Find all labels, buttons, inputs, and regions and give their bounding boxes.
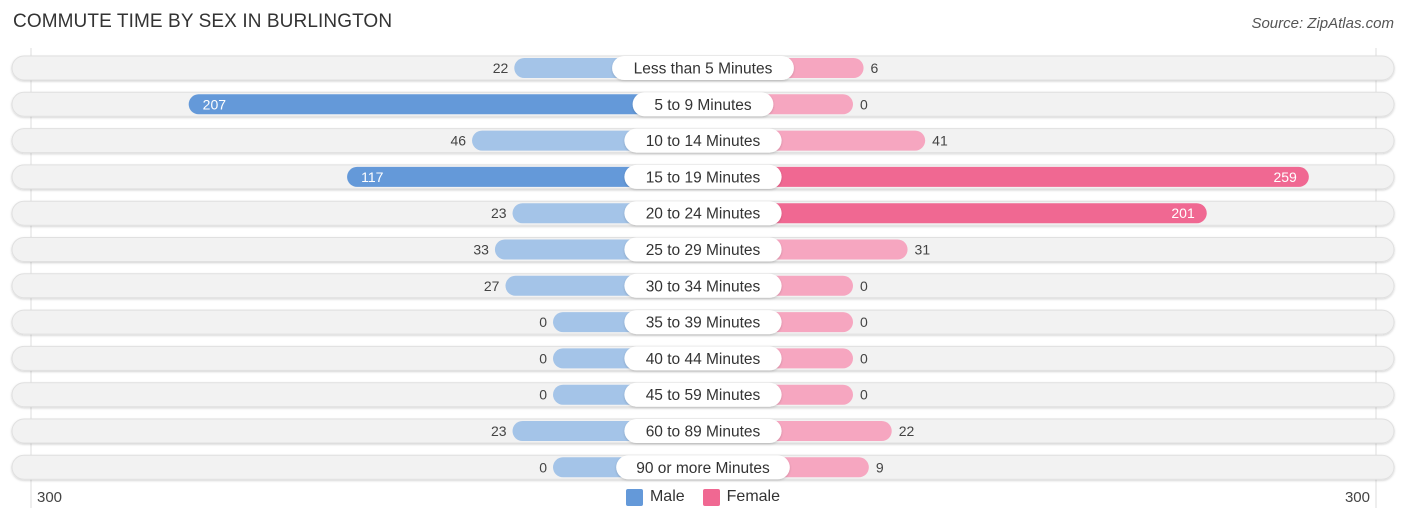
category-label: 35 to 39 Minutes [646,315,761,332]
chart-row: 27 0 30 to 34 Minutes [11,273,1395,299]
category-label: Less than 5 Minutes [634,61,773,78]
chart-row: 117 259 15 to 19 Minutes [11,164,1395,190]
chart-row: 23 201 20 to 24 Minutes [11,200,1395,226]
value-label-male: 0 [539,459,547,475]
value-label-female: 0 [860,387,868,403]
value-label-male: 27 [484,278,500,294]
category-label: 45 to 59 Minutes [646,387,761,404]
value-label-female: 22 [899,423,915,439]
category-label: 60 to 89 Minutes [646,424,761,441]
value-label-male: 117 [361,169,384,185]
value-label-male: 23 [491,205,507,221]
category-label: 40 to 44 Minutes [646,351,761,368]
value-label-female: 0 [860,314,868,330]
value-label-male: 33 [473,242,489,258]
legend-item-female[interactable]: Female [702,488,781,506]
chart-row: 0 0 35 to 39 Minutes [11,309,1395,335]
value-label-female: 41 [932,133,948,149]
value-label-female: 259 [1273,169,1297,185]
legend-swatch-female [702,488,720,506]
legend-label-female: Female [726,488,781,505]
chart-row: 207 0 5 to 9 Minutes [11,91,1395,117]
value-label-female: 0 [860,278,868,294]
chart-row: 22 6 Less than 5 Minutes [11,55,1395,81]
legend: Male Female [0,488,1406,506]
chart-row: 0 9 90 or more Minutes [11,454,1395,480]
value-label-female: 201 [1171,205,1195,221]
category-label: 10 to 14 Minutes [646,133,761,150]
value-label-male: 0 [539,387,547,403]
category-label: 20 to 24 Minutes [646,206,761,223]
value-label-male: 22 [493,60,509,76]
legend-item-male[interactable]: Male [625,488,685,506]
value-label-female: 9 [876,459,884,475]
value-label-female: 0 [860,96,868,112]
chart-plot: 22 6 Less than 5 Minutes 207 0 5 to 9 Minutes… [11,48,1395,508]
value-label-female: 6 [871,60,879,76]
chart-row: 46 41 10 to 14 Minutes [11,128,1395,154]
legend-swatch-male [625,488,643,506]
category-label: 30 to 34 Minutes [646,278,761,295]
value-label-female: 0 [860,350,868,366]
value-label-male: 0 [539,350,547,366]
chart-row: 33 31 25 to 29 Minutes [11,237,1395,262]
chart-row: 0 0 45 to 59 Minutes [11,382,1395,408]
category-label: 5 to 9 Minutes [654,97,752,114]
chart-row: 23 22 60 to 89 Minutes [11,418,1395,444]
value-label-female: 31 [915,242,931,258]
bar-male [188,94,703,115]
value-label-male: 207 [203,96,227,112]
value-label-male: 46 [450,133,466,149]
chart-row: 0 0 40 to 44 Minutes [11,345,1395,371]
value-label-male: 0 [539,314,547,330]
bar-female [703,166,1309,187]
category-label: 90 or more Minutes [636,460,770,477]
category-label: 15 to 19 Minutes [646,169,761,186]
category-label: 25 to 29 Minutes [646,242,761,259]
value-label-male: 23 [491,423,507,439]
legend-label-male: Male [649,488,685,505]
